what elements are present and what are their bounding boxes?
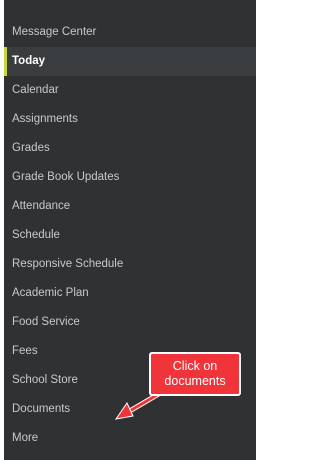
sidebar-item-assignments[interactable]: Assignments bbox=[4, 105, 256, 134]
callout-line-1: Click on bbox=[172, 359, 218, 373]
sidebar-item-schedule[interactable]: Schedule bbox=[4, 221, 256, 250]
sidebar-item-label: Message Center bbox=[12, 26, 97, 38]
sidebar-item-attendance[interactable]: Attendance bbox=[4, 192, 256, 221]
sidebar-item-label: Today bbox=[12, 55, 46, 67]
sidebar-item-label: Grade Book Updates bbox=[12, 171, 120, 183]
sidebar-item-grade-book-updates[interactable]: Grade Book Updates bbox=[4, 163, 256, 192]
sidebar-item-label: Food Service bbox=[12, 316, 80, 328]
sidebar-item-grades[interactable]: Grades bbox=[4, 134, 256, 163]
sidebar-item-label: Academic Plan bbox=[12, 287, 89, 299]
sidebar-item-label: Assignments bbox=[12, 113, 78, 125]
sidebar-item-responsive-schedule[interactable]: Responsive Schedule bbox=[4, 250, 256, 279]
sidebar-item-label: Documents bbox=[12, 403, 71, 415]
sidebar-item-label: Responsive Schedule bbox=[12, 258, 124, 270]
sidebar-item-more[interactable]: More bbox=[4, 424, 256, 453]
sidebar-item-label: Fees bbox=[12, 345, 38, 357]
callout-line-2: documents bbox=[164, 374, 226, 388]
click-documents-callout: Click on documents bbox=[149, 352, 241, 396]
sidebar-item-label: School Store bbox=[12, 374, 78, 386]
sidebar-item-calendar[interactable]: Calendar bbox=[4, 76, 256, 105]
sidebar-item-label: Attendance bbox=[12, 200, 71, 212]
sidebar-item-label: More bbox=[12, 432, 39, 444]
sidebar-item-label: Calendar bbox=[12, 84, 59, 96]
sidebar-item-food-service[interactable]: Food Service bbox=[4, 308, 256, 337]
sidebar-item-documents[interactable]: Documents bbox=[4, 395, 256, 424]
sidebar-item-academic-plan[interactable]: Academic Plan bbox=[4, 279, 256, 308]
sidebar-item-today[interactable]: Today bbox=[4, 47, 256, 76]
sidebar-item-label: Schedule bbox=[12, 229, 60, 241]
sidebar-item-message-center[interactable]: Message Center bbox=[4, 18, 256, 47]
sidebar-item-label: Grades bbox=[12, 142, 50, 154]
